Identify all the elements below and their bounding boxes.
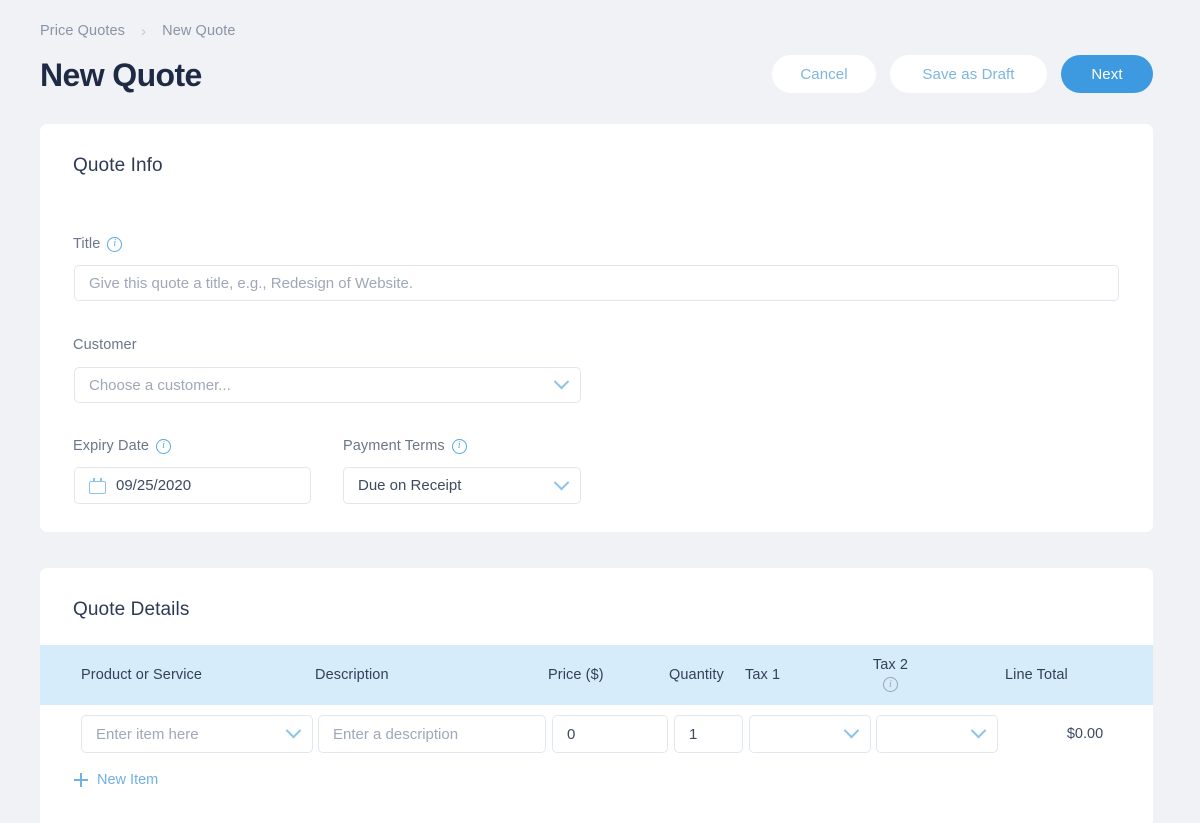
column-header-tax1: Tax 1 (745, 667, 781, 683)
payment-terms-select[interactable]: Due on Receipt (343, 467, 581, 504)
customer-label: Customer (73, 337, 137, 353)
title-label-text: Title (73, 236, 101, 252)
title-input[interactable]: Give this quote a title, e.g., Redesign … (74, 265, 1119, 301)
breadcrumb-new-quote[interactable]: New Quote (162, 23, 235, 39)
payment-terms-label: Payment Terms i (343, 438, 467, 454)
new-item-label: New Item (97, 772, 159, 788)
new-item-button[interactable]: New Item (74, 772, 158, 788)
header-actions: Cancel Save as Draft Next (772, 55, 1153, 93)
row-tax1-select[interactable] (749, 715, 871, 753)
row-line-total: $0.00 (1066, 726, 1104, 742)
new-quote-page: Price Quotes › New Quote New Quote Cance… (0, 0, 1200, 823)
payment-terms-value: Due on Receipt (358, 477, 462, 494)
chevron-down-icon (553, 474, 570, 490)
chevron-down-icon (843, 722, 860, 739)
row-product-select[interactable]: Enter item here (81, 715, 313, 753)
row-price-input[interactable]: 0 (552, 715, 668, 753)
calendar-icon (89, 477, 106, 494)
table-header-row: Product or Service Description Price ($)… (40, 645, 1153, 705)
row-price-value: 0 (567, 725, 576, 743)
expiry-date-input[interactable]: 09/25/2020 (74, 467, 311, 504)
page-title: New Quote (40, 57, 202, 93)
cancel-button[interactable]: Cancel (772, 55, 876, 93)
column-header-quantity: Quantity (669, 667, 724, 683)
column-header-product: Product or Service (81, 667, 203, 683)
row-product-placeholder: Enter item here (96, 725, 199, 743)
title-input-placeholder: Give this quote a title, e.g., Redesign … (89, 274, 414, 292)
quote-details-heading: Quote Details (73, 599, 190, 620)
quote-info-heading: Quote Info (73, 155, 163, 176)
quote-info-card: Quote Info Title i Give this quote a tit… (40, 124, 1153, 532)
row-quantity-input[interactable]: 1 (674, 715, 743, 753)
customer-label-text: Customer (73, 337, 137, 353)
row-description-input[interactable]: Enter a description (318, 715, 546, 753)
column-header-description: Description (315, 667, 389, 683)
breadcrumb: Price Quotes › New Quote (40, 23, 236, 39)
row-description-placeholder: Enter a description (333, 725, 459, 743)
info-circle-icon[interactable]: i (156, 438, 172, 454)
info-circle-icon[interactable]: i (107, 236, 123, 252)
plus-icon (74, 773, 88, 787)
customer-select-placeholder: Choose a customer... (89, 376, 231, 394)
expiry-date-label-text: Expiry Date (73, 438, 150, 454)
customer-select[interactable]: Choose a customer... (74, 367, 581, 403)
quote-details-card: Quote Details Product or Service Descrip… (40, 568, 1153, 823)
column-header-price: Price ($) (548, 667, 604, 683)
title-label: Title i (73, 236, 123, 252)
payment-terms-label-text: Payment Terms (343, 438, 445, 454)
info-circle-icon[interactable]: i (451, 438, 467, 454)
breadcrumb-price-quotes[interactable]: Price Quotes (40, 23, 125, 39)
column-header-line-total: Line Total (1005, 667, 1068, 683)
column-header-tax2: Tax 2 i (852, 657, 929, 692)
chevron-down-icon (285, 722, 302, 739)
expiry-date-value: 09/25/2020 (116, 477, 192, 494)
chevron-down-icon (970, 722, 987, 739)
next-button[interactable]: Next (1061, 55, 1153, 93)
row-tax2-select[interactable] (876, 715, 998, 753)
chevron-down-icon (553, 373, 570, 390)
column-header-tax2-label: Tax 2 (872, 657, 909, 673)
row-quantity-value: 1 (689, 725, 698, 743)
expiry-date-label: Expiry Date i (73, 438, 172, 454)
save-as-draft-button[interactable]: Save as Draft (890, 55, 1047, 93)
info-circle-icon[interactable]: i (883, 677, 898, 692)
breadcrumb-separator-icon: › (141, 22, 147, 40)
